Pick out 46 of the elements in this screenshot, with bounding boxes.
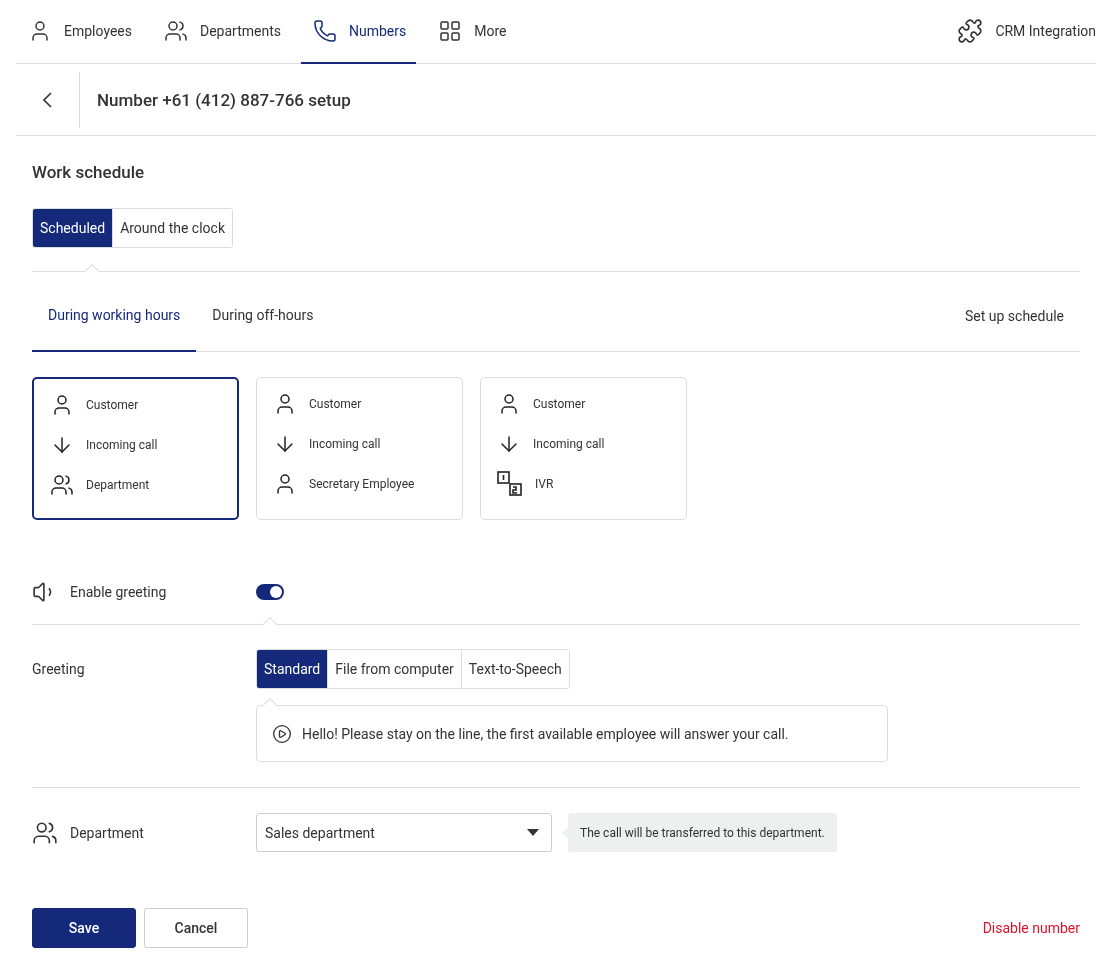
tab[interactable]: During working hours xyxy=(32,280,197,352)
step-label: Incoming call xyxy=(86,438,158,452)
set-up-schedule-link[interactable]: Set up schedule xyxy=(965,280,1080,351)
field-label: Greeting xyxy=(32,661,85,677)
segment-button[interactable]: Around the clock xyxy=(112,209,232,247)
nav-tab[interactable]: Departments xyxy=(152,0,291,64)
step-label: Customer xyxy=(309,397,362,411)
numbered-squares-icon xyxy=(497,471,523,497)
nav-tab[interactable]: CRM Integration xyxy=(945,0,1096,64)
save-button[interactable]: Save xyxy=(32,908,136,948)
cancel-button[interactable]: Cancel xyxy=(144,908,248,948)
disable-number-link[interactable]: Disable number xyxy=(982,920,1080,936)
step-label: Incoming call xyxy=(533,437,605,451)
step-label: IVR xyxy=(535,477,554,491)
step-label: Incoming call xyxy=(309,437,381,451)
phone-icon xyxy=(313,19,337,43)
toggle-switch[interactable] xyxy=(256,584,284,600)
people-icon xyxy=(50,473,74,497)
puzzle-icon xyxy=(957,18,984,44)
section-title: Work schedule xyxy=(32,162,146,182)
step-label: Customer xyxy=(86,398,139,412)
tab[interactable]: During off-hours xyxy=(196,280,330,352)
nav-tab[interactable]: More xyxy=(426,0,517,64)
greeting-text: Hello! Please stay on the line, the first available employee will answer your call. xyxy=(302,725,789,742)
segment-button[interactable]: Text-to-Speech xyxy=(460,650,569,688)
nav-tab[interactable]: Numbers xyxy=(301,0,417,64)
people-icon xyxy=(164,19,188,43)
grid-icon xyxy=(438,19,463,43)
segment-button[interactable]: Standard xyxy=(257,650,328,688)
hint-text: The call will be transferred to this department. xyxy=(580,825,825,840)
routing-card[interactable]: Customer Incoming call IVR xyxy=(480,377,687,520)
people-icon xyxy=(32,819,58,846)
step-label: Customer xyxy=(533,397,586,411)
chevron-left-icon xyxy=(43,91,52,108)
page-title: Number +61 (412) 887-766 setup xyxy=(96,89,351,110)
routing-card[interactable]: Customer Incoming call Secretary Employee xyxy=(256,377,463,520)
department-select[interactable]: Sales department xyxy=(256,813,552,852)
field-label: Enable greeting xyxy=(70,584,167,600)
step-label: Department xyxy=(86,478,150,492)
nav-tab[interactable]: Employees xyxy=(16,0,142,64)
routing-card[interactable]: Customer Incoming call Department xyxy=(32,377,239,520)
play-icon[interactable] xyxy=(272,723,292,744)
segment-button[interactable]: Scheduled xyxy=(33,209,113,247)
step-label: Secretary Employee xyxy=(309,477,415,491)
field-label: Department xyxy=(70,824,144,841)
caret-down-icon xyxy=(527,829,539,836)
